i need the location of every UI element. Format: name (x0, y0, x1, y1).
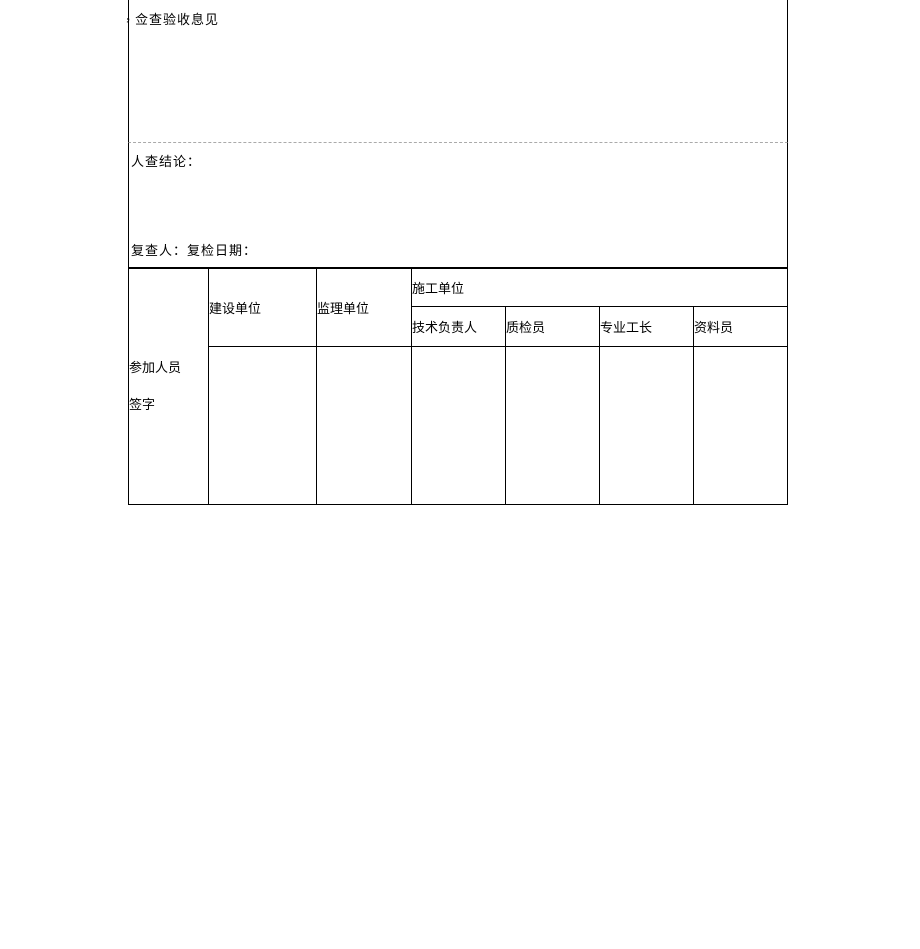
subheader-tech-lead: 技术负责人 (412, 307, 506, 347)
participants-sign-label: 参加人员 签字 (129, 269, 209, 505)
review-conclusion-row: 人查结论： 复查人：复检日期： (128, 143, 788, 268)
header-build-unit: 建设单位 (209, 269, 317, 347)
sign-cell-supervise (317, 347, 412, 505)
inspection-opinion-row: ， 佥查验收息见 (128, 0, 788, 143)
review-conclusion-label: 人查结论： (131, 151, 781, 170)
sign-cell-build (209, 347, 317, 505)
sign-cell-data (694, 347, 788, 505)
participants-label-line2: 签字 (129, 387, 208, 423)
subheader-qc: 质检员 (506, 307, 600, 347)
header-construct-unit: 施工单位 (412, 269, 788, 307)
sign-cell-tech (412, 347, 506, 505)
reviewer-date-label: 复查人：复检日期： (131, 240, 781, 259)
subheader-data-clerk: 资料员 (694, 307, 788, 347)
sign-cell-qc (506, 347, 600, 505)
inspection-opinion-label: 佥查验收息见 (135, 9, 219, 28)
subheader-foreman: 专业工长 (600, 307, 694, 347)
sign-cell-foreman (600, 347, 694, 505)
header-supervise-unit: 监理单位 (317, 269, 412, 347)
signature-table: 参加人员 签字 建设单位 监理单位 施工单位 技术负责人 质检员 专业工长 资料… (128, 268, 788, 505)
form-container: ， 佥查验收息见 人查结论： 复查人：复检日期： 参加人员 签字 建设单位 监理… (128, 0, 788, 505)
participants-label-line1: 参加人员 (129, 350, 208, 386)
